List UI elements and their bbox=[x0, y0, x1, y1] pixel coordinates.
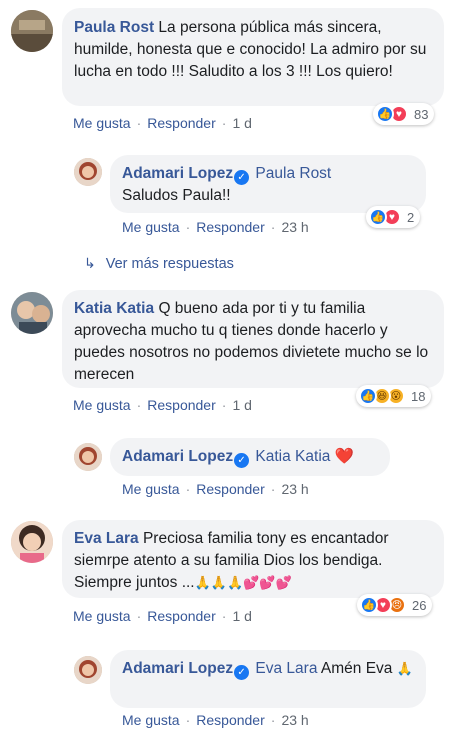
like-icon: 👍 bbox=[369, 208, 387, 226]
reply-button[interactable]: Responder bbox=[147, 608, 216, 624]
separator: · bbox=[185, 481, 191, 497]
like-icon: 👍 bbox=[376, 105, 394, 123]
avatar-image bbox=[74, 656, 102, 684]
mention-tag[interactable]: Paula Rost bbox=[255, 165, 331, 182]
timestamp[interactable]: 23 h bbox=[281, 219, 308, 235]
reaction-summary[interactable]: 👍 ♥ 😠 26 bbox=[357, 594, 433, 616]
reaction-count: 83 bbox=[414, 106, 429, 122]
avatar[interactable] bbox=[11, 10, 53, 52]
comment-actions: Me gusta · Responder · 23 h bbox=[122, 481, 309, 497]
separator: · bbox=[136, 608, 142, 624]
separator: · bbox=[221, 397, 227, 413]
avatar-image bbox=[11, 292, 53, 334]
view-more-replies-link[interactable]: ↳ Ver más respuestas bbox=[84, 255, 234, 272]
like-button[interactable]: Me gusta bbox=[73, 397, 131, 413]
reaction-count: 26 bbox=[412, 597, 427, 613]
like-button[interactable]: Me gusta bbox=[73, 115, 131, 131]
reaction-summary[interactable]: 👍 ♥ 2 bbox=[366, 206, 421, 228]
like-icon: 👍 bbox=[360, 596, 378, 614]
like-button[interactable]: Me gusta bbox=[122, 219, 180, 235]
comment-bubble: Paula Rost La persona pública más sincer… bbox=[62, 8, 444, 106]
like-button[interactable]: Me gusta bbox=[73, 608, 131, 624]
comment-text: Amén Eva bbox=[320, 660, 393, 677]
like-button[interactable]: Me gusta bbox=[122, 712, 180, 728]
separator: · bbox=[221, 115, 227, 131]
reply-button[interactable]: Responder bbox=[196, 712, 265, 728]
separator: · bbox=[221, 608, 227, 624]
verified-badge-icon: ✓ bbox=[234, 665, 250, 680]
comment-bubble: Katia Katia Q bueno ada por ti y tu fami… bbox=[62, 290, 444, 388]
like-icon: 👍 bbox=[359, 387, 377, 405]
comment-actions: Me gusta · Responder · 1 d bbox=[73, 115, 252, 131]
reaction-count: 18 bbox=[411, 388, 426, 404]
separator: · bbox=[136, 115, 142, 131]
comment-text: Saludos Paula!! bbox=[122, 187, 231, 204]
comment-bubble: Adamari Lopez ✓ Eva Lara Amén Eva 🙏 bbox=[110, 650, 426, 708]
avatar[interactable] bbox=[74, 656, 102, 684]
comment-actions: Me gusta · Responder · 23 h bbox=[122, 712, 309, 728]
prayer-and-hearts-emoji: 🙏🙏🙏💕💕💕 bbox=[194, 575, 292, 590]
separator: · bbox=[270, 481, 276, 497]
view-more-replies-label: Ver más respuestas bbox=[105, 256, 234, 272]
reaction-summary[interactable]: 👍 ♥ 83 bbox=[373, 103, 435, 125]
comment-actions: Me gusta · Responder · 23 h bbox=[122, 219, 309, 235]
verified-badge-icon: ✓ bbox=[234, 453, 250, 468]
avatar-image bbox=[11, 521, 53, 563]
reply-button[interactable]: Responder bbox=[196, 219, 265, 235]
separator: · bbox=[185, 219, 191, 235]
comment-author[interactable]: Adamari Lopez bbox=[122, 448, 233, 465]
timestamp[interactable]: 23 h bbox=[281, 481, 308, 497]
comment-author[interactable]: Eva Lara bbox=[74, 530, 139, 547]
comment-bubble: Adamari Lopez ✓ Paula Rost Saludos Paula!… bbox=[110, 155, 426, 213]
avatar-image bbox=[74, 158, 102, 186]
reply-button[interactable]: Responder bbox=[196, 481, 265, 497]
separator: · bbox=[136, 397, 142, 413]
reaction-count: 2 bbox=[407, 209, 415, 225]
timestamp[interactable]: 1 d bbox=[232, 397, 251, 413]
comment-author[interactable]: Adamari Lopez bbox=[122, 660, 233, 677]
comment-author[interactable]: Paula Rost bbox=[74, 19, 154, 36]
prayer-emoji: 🙏 bbox=[396, 661, 413, 676]
avatar[interactable] bbox=[74, 158, 102, 186]
avatar[interactable] bbox=[11, 521, 53, 563]
reaction-summary[interactable]: 👍 😆 😮 18 bbox=[356, 385, 432, 407]
comment-bubble: Adamari Lopez ✓ Katia Katia ❤️ bbox=[110, 438, 390, 476]
mention-tag[interactable]: Eva Lara bbox=[255, 660, 317, 677]
comment-actions: Me gusta · Responder · 1 d bbox=[73, 397, 252, 413]
mention-tag[interactable]: Katia Katia bbox=[255, 448, 330, 465]
reply-arrow-icon: ↳ bbox=[84, 255, 96, 271]
separator: · bbox=[270, 219, 276, 235]
comment-actions: Me gusta · Responder · 1 d bbox=[73, 608, 252, 624]
comment-bubble: Eva Lara Preciosa familia tony es encant… bbox=[62, 520, 444, 598]
heart-emoji: ❤️ bbox=[334, 448, 355, 465]
separator: · bbox=[270, 712, 276, 728]
avatar-image bbox=[74, 443, 102, 471]
like-button[interactable]: Me gusta bbox=[122, 481, 180, 497]
avatar-image bbox=[11, 10, 53, 52]
timestamp[interactable]: 1 d bbox=[232, 115, 251, 131]
timestamp[interactable]: 1 d bbox=[232, 608, 251, 624]
comment-author[interactable]: Adamari Lopez bbox=[122, 165, 233, 182]
timestamp[interactable]: 23 h bbox=[281, 712, 308, 728]
reply-button[interactable]: Responder bbox=[147, 115, 216, 131]
reply-button[interactable]: Responder bbox=[147, 397, 216, 413]
separator: · bbox=[185, 712, 191, 728]
verified-badge-icon: ✓ bbox=[234, 170, 250, 185]
comment-author[interactable]: Katia Katia bbox=[74, 300, 154, 317]
avatar[interactable] bbox=[74, 443, 102, 471]
avatar[interactable] bbox=[11, 292, 53, 334]
